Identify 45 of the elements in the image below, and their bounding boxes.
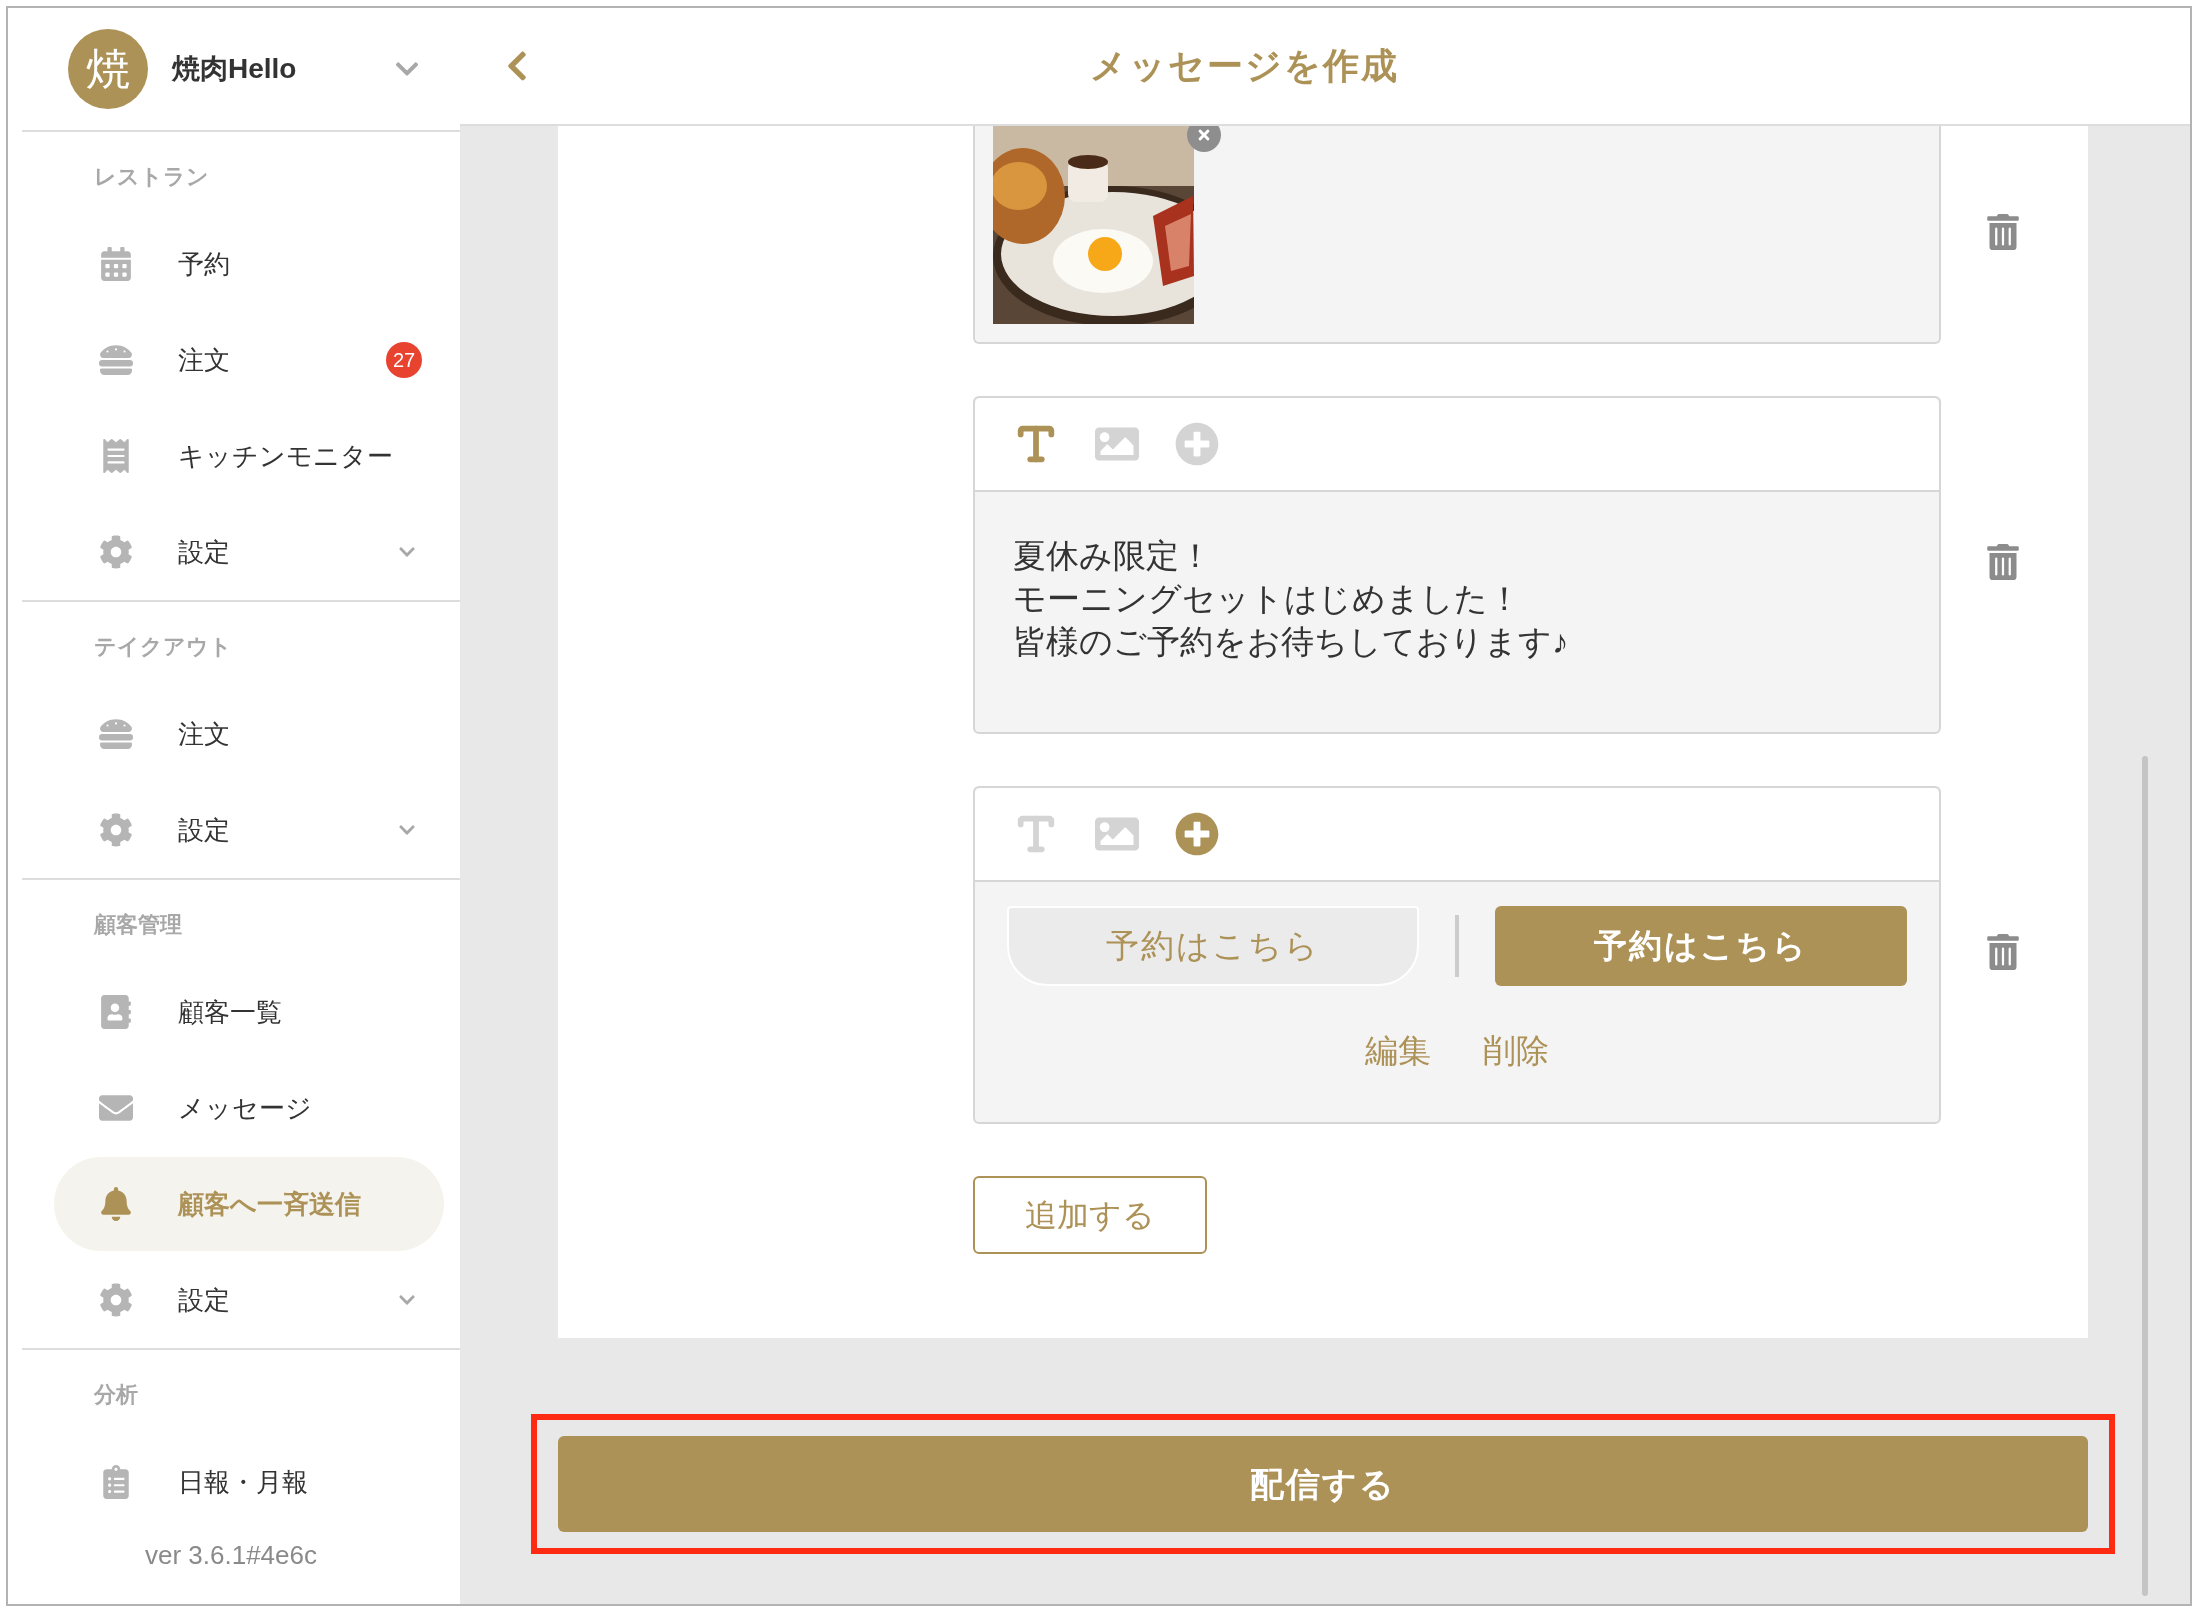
count-badge: 27 xyxy=(386,342,422,378)
nav-label: 注文 xyxy=(178,717,231,751)
nav-item[interactable]: 予約 xyxy=(54,217,444,311)
close-icon xyxy=(1196,127,1212,143)
nav-label: 設定 xyxy=(178,813,231,847)
nav-label: 設定 xyxy=(178,1283,231,1317)
settings-icon xyxy=(99,1283,133,1317)
nav-item[interactable]: 設定 xyxy=(54,783,444,877)
message-text: 夏休み限定！ モーニングセットはじめました！ 皆様のご予約をお待ちしております♪ xyxy=(1013,536,1570,662)
section-title: 分析 xyxy=(94,1380,138,1409)
nav-item[interactable]: 注文 27 xyxy=(54,313,444,407)
nav-label: メッセージ xyxy=(178,1091,313,1125)
nav-item[interactable]: 注文 xyxy=(54,687,444,781)
section-title: テイクアウト xyxy=(94,632,232,661)
nav-label: 設定 xyxy=(178,535,231,569)
calendar-icon xyxy=(99,247,133,281)
nav-label: 注文 xyxy=(178,343,231,377)
trash-icon[interactable] xyxy=(1985,933,2021,970)
nav-label: 予約 xyxy=(178,247,231,281)
nav-label: 顧客一覧 xyxy=(178,995,283,1029)
burger-icon xyxy=(99,717,133,751)
nav-item[interactable]: 日報・月報 xyxy=(54,1435,444,1529)
scrollbar[interactable] xyxy=(2142,756,2148,1596)
settings-icon xyxy=(99,535,133,569)
section-title: 顧客管理 xyxy=(94,910,182,939)
version-text: ver 3.6.1#4e6c xyxy=(145,1539,317,1572)
nav-item[interactable]: 設定 xyxy=(54,505,444,599)
nav-label: 顧客へ一斉送信 xyxy=(178,1187,362,1221)
nav-item[interactable]: キッチンモニター xyxy=(54,409,444,503)
burger-icon xyxy=(99,343,133,377)
settings-icon xyxy=(99,813,133,847)
trash-icon[interactable] xyxy=(1985,543,2021,580)
section-title: レストラン xyxy=(94,162,209,191)
contact-book-icon xyxy=(99,995,133,1029)
nav-item[interactable]: 設定 xyxy=(54,1253,444,1347)
shop-avatar: 焼 xyxy=(68,29,148,109)
shop-name: 焼肉Hello xyxy=(172,52,298,86)
remove-image-button[interactable] xyxy=(1187,126,1221,152)
nav-item[interactable]: メッセージ xyxy=(54,1061,444,1155)
nav-label: キッチンモニター xyxy=(178,439,394,473)
nav-item[interactable]: 顧客一覧 xyxy=(54,965,444,1059)
bell-icon xyxy=(99,1187,133,1221)
trash-icon[interactable] xyxy=(1985,213,2021,250)
nav-label: 日報・月報 xyxy=(178,1465,309,1499)
page-title: メッセージを作成 xyxy=(1090,44,1399,88)
